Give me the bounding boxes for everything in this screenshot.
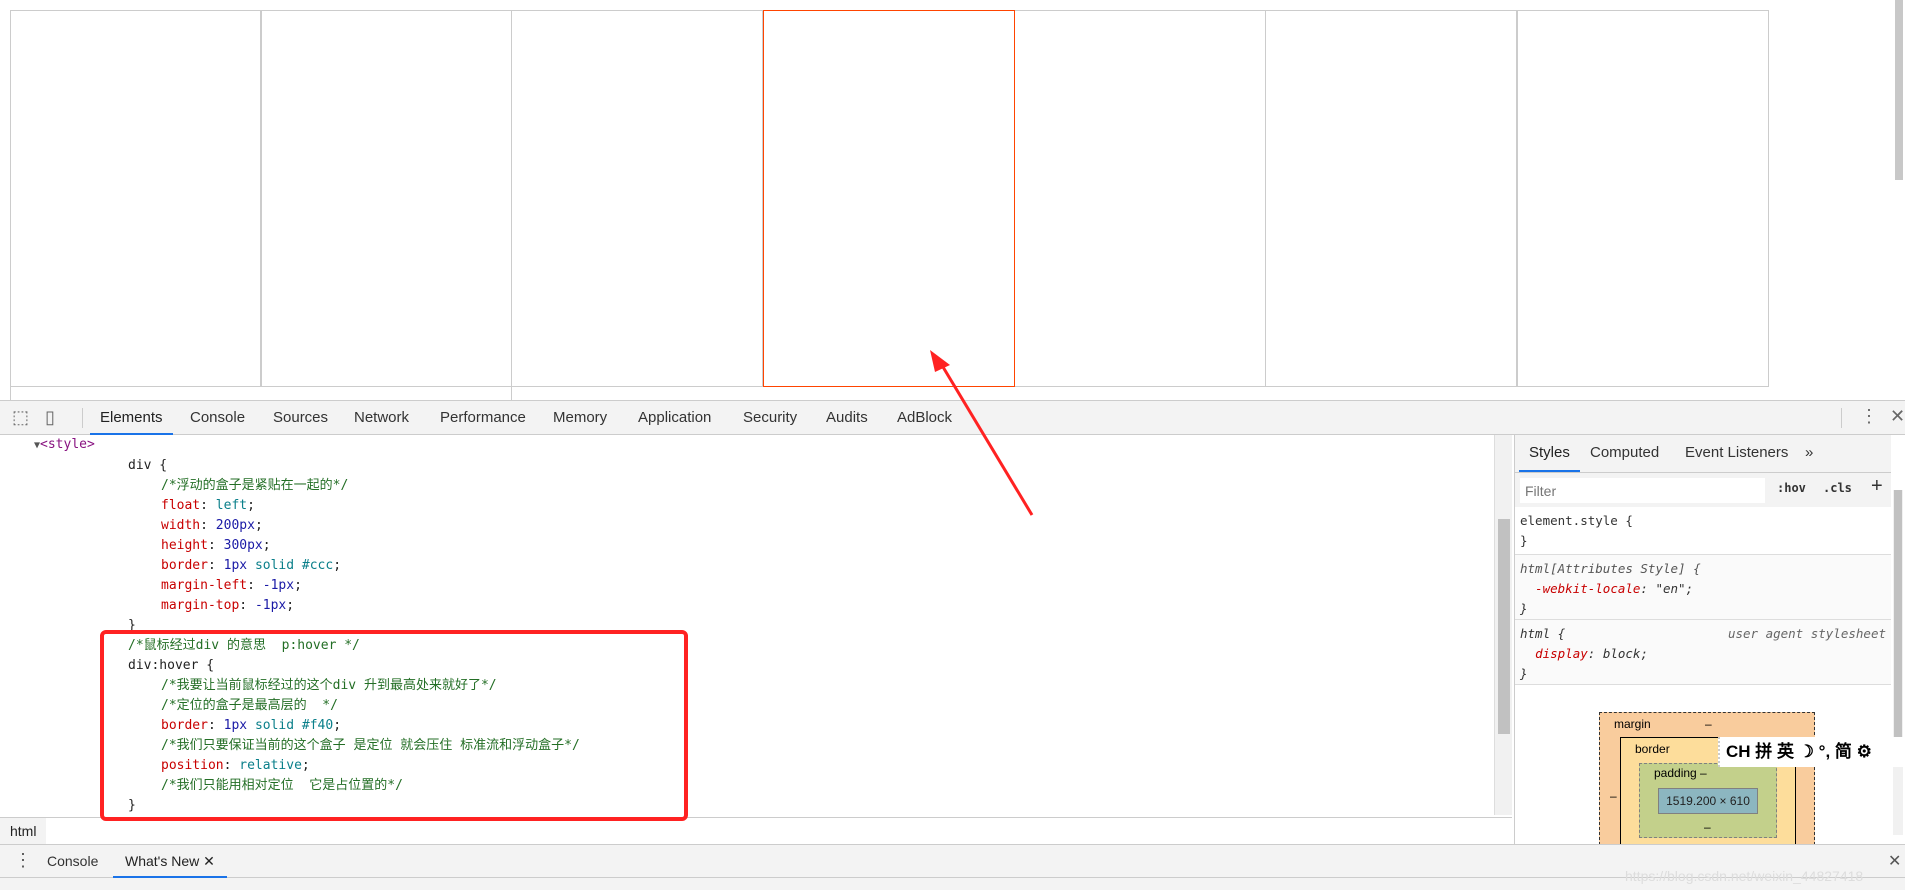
annotation-arrow — [930, 350, 1034, 516]
